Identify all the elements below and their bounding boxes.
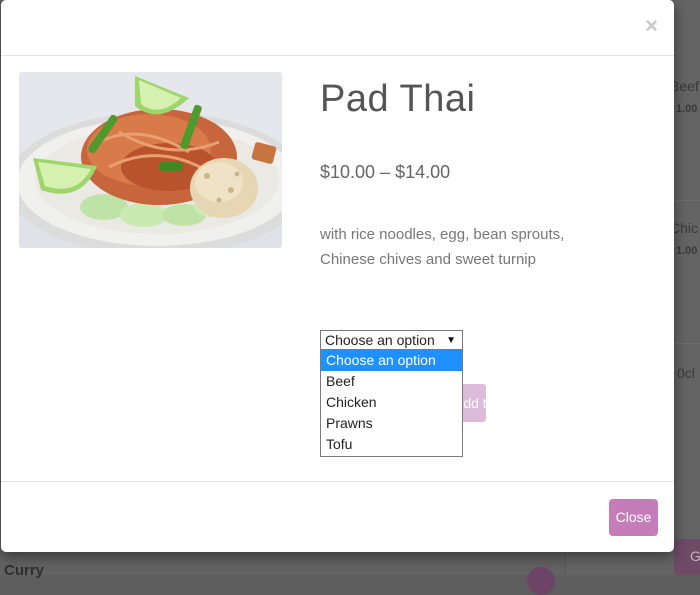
variation-dropdown-list: Choose an option Beef Chicken Prawns Tof… [320,350,463,457]
dropdown-arrow-icon: ▼ [446,335,456,346]
pad-thai-image [19,72,282,248]
modal-footer: Close [1,481,674,553]
product-quickview-modal: × Pad Thai $10.00 – $14.00 with rice noo… [1,0,674,552]
product-price: $10.00 – $14.00 [320,162,451,182]
dropdown-option-choose[interactable]: Choose an option [321,350,462,371]
background-button: G [674,539,700,575]
background-item-text: Chic [670,220,699,236]
background-item-text: 0cl [677,365,695,381]
close-icon[interactable]: × [645,14,658,38]
dropdown-option-tofu[interactable]: Tofu [321,434,462,455]
background-round-button [527,567,555,595]
dropdown-option-prawns[interactable]: Prawns [321,413,462,434]
dropdown-option-beef[interactable]: Beef [321,371,462,392]
dropdown-option-chicken[interactable]: Chicken [321,392,462,413]
close-button[interactable]: Close [609,499,658,536]
background-curry-label: Curry [4,562,45,579]
product-image [19,72,282,248]
modal-header: × [1,0,674,56]
variation-selected-value: Choose an option [325,332,435,348]
variation-select[interactable]: Choose an option ▼ [320,330,463,350]
product-title: Pad Thai [320,78,476,120]
background-item-price: 1.00 [676,245,698,257]
background-item-text: Beef [670,78,699,94]
product-description: with rice noodles, egg, bean sprouts, Ch… [320,226,565,268]
modal-body: Pad Thai $10.00 – $14.00 with rice noodl… [1,56,674,481]
background-item-price: 1.00 [676,103,698,115]
